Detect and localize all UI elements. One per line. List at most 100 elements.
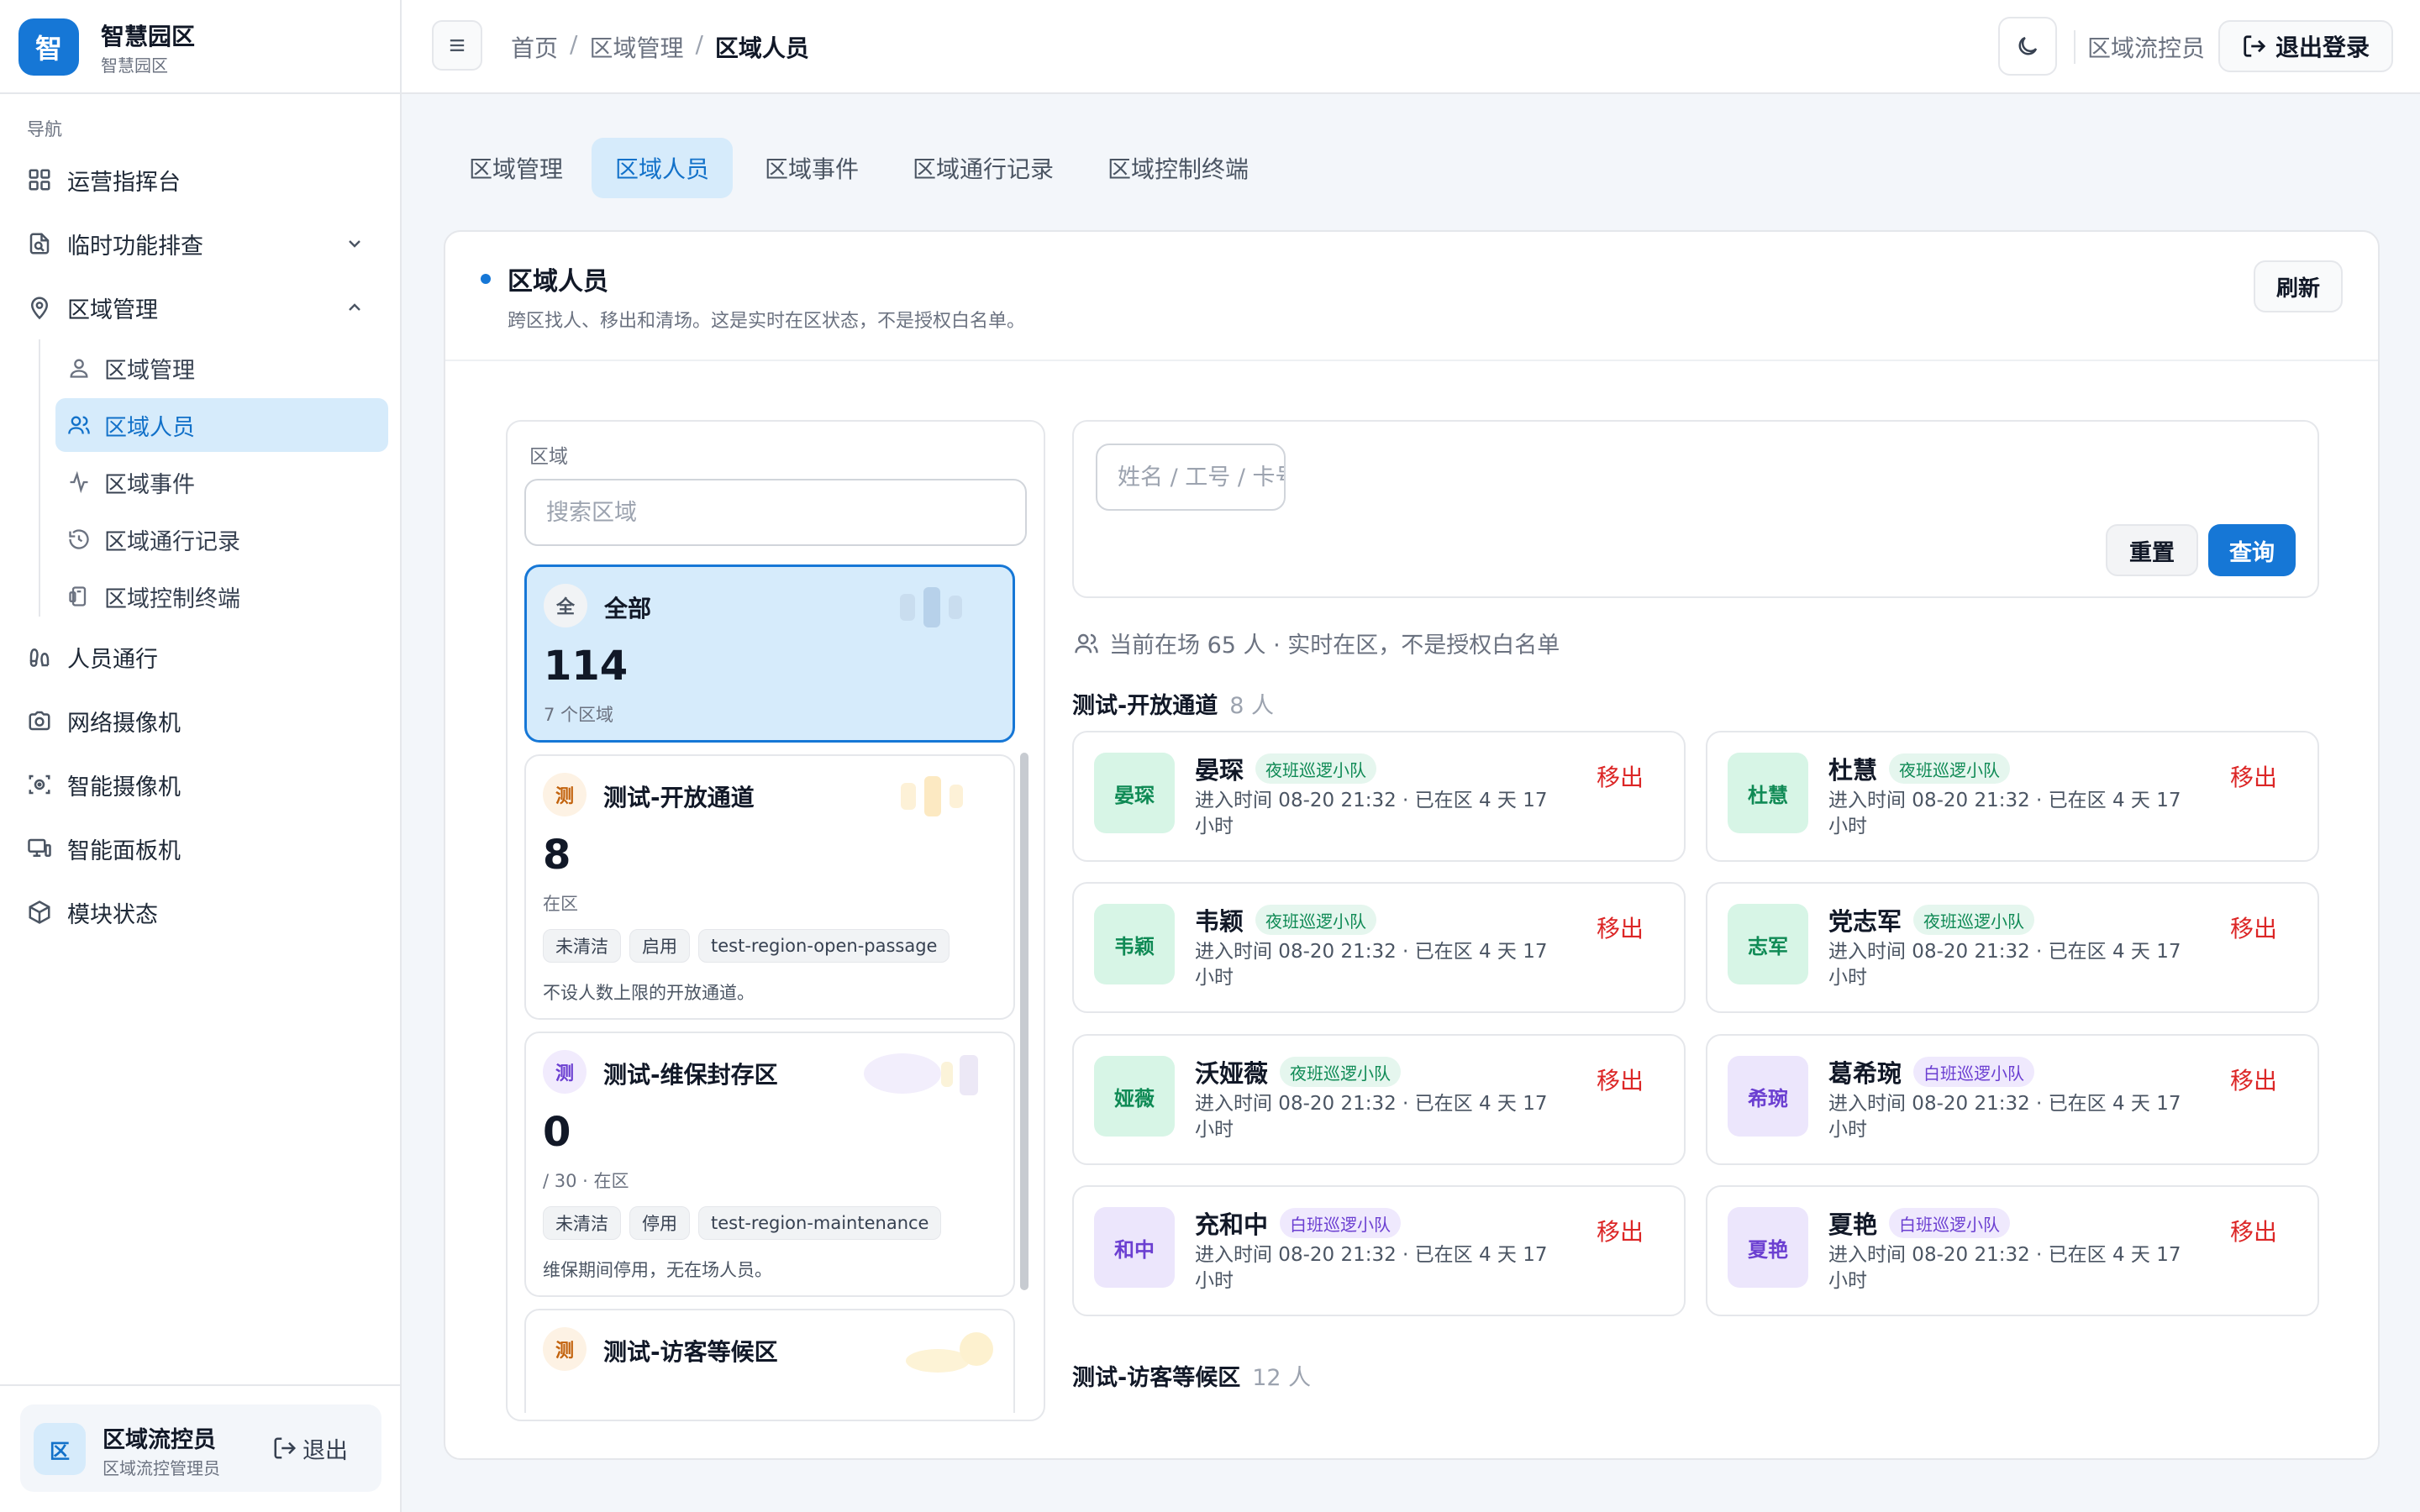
tab-region-management[interactable]: 区域管理: [445, 138, 587, 198]
query-button[interactable]: 查询: [2208, 524, 2296, 576]
region-search-input[interactable]: [524, 479, 1027, 546]
person-name: 党志军: [1828, 907, 1902, 936]
team-badge: 白班巡逻小队: [1913, 1057, 2035, 1087]
remove-button[interactable]: 移出: [1597, 1063, 1644, 1096]
logout-button[interactable]: 退出登录: [2218, 20, 2393, 72]
person-name: 充和中: [1195, 1210, 1269, 1239]
person-entry-info: 进入时间 08-20 21:32 · 已在区 4 天 17 小时: [1195, 1244, 1548, 1292]
person-entry-info: 进入时间 08-20 21:32 · 已在区 4 天 17 小时: [1195, 941, 1548, 989]
sidebar-item-command-center[interactable]: 运营指挥台: [20, 153, 383, 207]
sidebar-subitem-region-personnel[interactable]: 区域人员: [55, 398, 388, 452]
menu-icon: [450, 39, 465, 51]
breadcrumb-separator: /: [695, 30, 703, 58]
person-name-row: 葛希琬 白班巡逻小队: [1828, 1054, 2035, 1089]
remove-button[interactable]: 移出: [1597, 759, 1644, 793]
logout-label: 退出登录: [2275, 34, 2370, 61]
team-badge: 夜班巡逻小队: [1255, 753, 1377, 784]
breadcrumb: 首页 / 区域管理 / 区域人员: [511, 30, 809, 64]
theme-toggle-button[interactable]: [1998, 17, 2057, 76]
avatar: 晏琛: [1094, 753, 1175, 833]
activity-icon: [70, 470, 88, 494]
sidebar-item-label: 智能摄像机: [67, 774, 181, 801]
group-count: 12 人: [1252, 1365, 1312, 1391]
chevron-down-icon[interactable]: [345, 234, 365, 254]
region-tag: test-region-open-passage: [698, 929, 950, 963]
person-card: 韦颖 韦颖 夜班巡逻小队 进入时间 08-20 21:32 · 已在区 4 天 1…: [1072, 882, 1686, 1013]
present-summary: 当前在场 65 人 · 实时在区，不是授权白名单: [1074, 627, 1560, 659]
sidebar-item-label: 人员通行: [67, 646, 158, 673]
refresh-button[interactable]: 刷新: [2254, 260, 2343, 312]
remove-button[interactable]: 移出: [2230, 1063, 2277, 1096]
person-card: 和中 充和中 白班巡逻小队 进入时间 08-20 21:32 · 已在区 4 天 …: [1072, 1185, 1686, 1316]
person-search-input[interactable]: [1096, 444, 1286, 511]
menu-toggle-button[interactable]: [432, 20, 482, 71]
map-pin-icon: [30, 297, 49, 320]
breadcrumb-current: 区域人员: [714, 34, 809, 62]
sidebar-item-label: 智能面板机: [67, 837, 181, 864]
chevron-up-icon[interactable]: [345, 297, 365, 318]
region-list-scrollbar[interactable]: [1020, 753, 1028, 1290]
sidebar-item-network-camera[interactable]: 网络摄像机: [20, 694, 383, 748]
person-entry-info: 进入时间 08-20 21:32 · 已在区 4 天 17 小时: [1195, 790, 1548, 837]
person-name: 晏琛: [1195, 756, 1244, 785]
sidebar-subitem-label: 区域管理: [104, 357, 195, 384]
sidebar-item-module-status[interactable]: 模块状态: [20, 885, 383, 939]
region-card-visitor-waiting[interactable]: 测 测试-访客等候区: [524, 1309, 1015, 1413]
person-card: 志军 党志军 夜班巡逻小队 进入时间 08-20 21:32 · 已在区 4 天 …: [1706, 882, 2319, 1013]
card-title: 区域人员: [508, 267, 608, 297]
sidebar-subitem-region-access-records[interactable]: 区域通行记录: [55, 512, 388, 566]
region-tag: test-region-maintenance: [698, 1206, 942, 1240]
package-icon: [29, 900, 50, 924]
sidebar-item-temp-check[interactable]: 临时功能排查: [20, 217, 383, 270]
sidebar-subitem-label: 区域人员: [104, 414, 195, 441]
reset-button[interactable]: 重置: [2106, 524, 2198, 576]
camera-icon: [29, 711, 50, 731]
tab-region-events[interactable]: 区域事件: [741, 138, 882, 198]
moon-icon: [2018, 36, 2038, 55]
person-card: 晏琛 晏琛 夜班巡逻小队 进入时间 08-20 21:32 · 已在区 4 天 1…: [1072, 731, 1686, 862]
region-card-maintenance[interactable]: 测 测试-维保封存区 0 / 30 · 在区 未清洁 停用 test-regio…: [524, 1032, 1015, 1297]
sidebar-item-label: 运营指挥台: [67, 169, 181, 196]
region-count: 8: [543, 832, 571, 879]
sidebar-subitem-region-management[interactable]: 区域管理: [55, 341, 388, 395]
sidebar-subitem-region-events[interactable]: 区域事件: [55, 455, 388, 509]
footprints-icon: [29, 648, 50, 667]
region-description: 维保期间停用，无在场人员。: [543, 1260, 772, 1280]
sidebar-subitem-region-control-terminal[interactable]: 区域控制终端: [55, 570, 388, 623]
person-name: 夏艳: [1828, 1210, 1878, 1239]
scan-camera-icon: [29, 774, 50, 795]
logout-icon: [274, 1437, 297, 1459]
title-dot: [481, 274, 491, 284]
sidebar-item-label: 网络摄像机: [67, 710, 181, 737]
sidebar-item-region-management[interactable]: 区域管理: [20, 281, 383, 334]
region-card-all[interactable]: 全 全部 114 7 个区域: [524, 564, 1015, 743]
person-card: 夏艳 夏艳 白班巡逻小队 进入时间 08-20 21:32 · 已在区 4 天 1…: [1706, 1185, 2319, 1316]
remove-button[interactable]: 移出: [2230, 911, 2277, 944]
region-card-open-passage[interactable]: 测 测试-开放通道 8 在区 未清洁 启用 test-region-open-p…: [524, 754, 1015, 1020]
gauge-decoration-icon: [864, 1053, 978, 1095]
person-name: 沃娅薇: [1195, 1059, 1269, 1088]
sidebar-item-smart-camera[interactable]: 智能摄像机: [20, 758, 383, 811]
sidebar-logout-button[interactable]: 退出: [272, 1431, 348, 1465]
sidebar-divider: [0, 1384, 402, 1386]
breadcrumb-region-management[interactable]: 区域管理: [589, 30, 683, 64]
region-count: 114: [544, 643, 629, 690]
grid-icon: [29, 169, 50, 191]
remove-button[interactable]: 移出: [2230, 759, 2277, 793]
remove-button[interactable]: 移出: [1597, 1214, 1644, 1247]
brand-logo: 智: [18, 18, 79, 76]
breadcrumb-home[interactable]: 首页: [511, 30, 558, 64]
sidebar-item-smart-panel[interactable]: 智能面板机: [20, 822, 383, 875]
tab-region-access-records[interactable]: 区域通行记录: [889, 138, 1077, 198]
person-entry-info: 进入时间 08-20 21:32 · 已在区 4 天 17 小时: [1828, 1093, 2181, 1141]
sidebar-item-personnel-access[interactable]: 人员通行: [20, 630, 383, 684]
tab-region-personnel[interactable]: 区域人员: [592, 138, 734, 198]
person-name-row: 党志军 夜班巡逻小队: [1828, 902, 2035, 937]
remove-button[interactable]: 移出: [2230, 1214, 2277, 1247]
remove-button[interactable]: 移出: [1597, 911, 1644, 944]
region-description: 不设人数上限的开放通道。: [543, 983, 755, 1003]
team-badge: 白班巡逻小队: [1280, 1208, 1402, 1238]
tab-region-control-terminal[interactable]: 区域控制终端: [1084, 138, 1272, 198]
top-header: 首页 / 区域管理 / 区域人员 区域流控员 退出登录: [402, 0, 2420, 94]
brand: 智 智慧园区 智慧园区: [0, 0, 402, 94]
